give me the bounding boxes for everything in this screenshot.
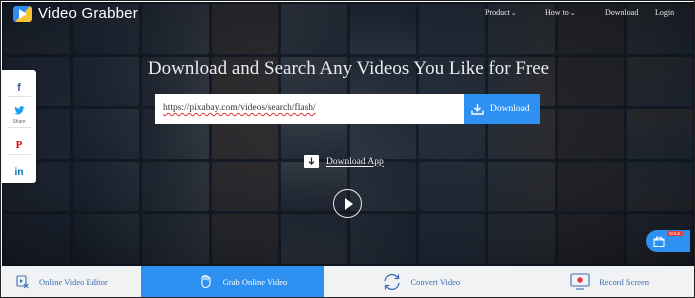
nav-product[interactable]: Product⌄	[485, 8, 517, 17]
search-input-value: https://pixabay.com/videos/search/flash/	[163, 103, 316, 113]
tab-grab-online-video[interactable]: Grab Online Video	[140, 266, 324, 297]
video-editor-icon	[16, 274, 30, 289]
download-icon	[471, 104, 484, 115]
download-app-label: Download App	[326, 156, 384, 167]
pinterest-icon: P	[15, 139, 23, 151]
site-logo[interactable]: Video Grabber	[13, 5, 138, 22]
tab-online-video-editor[interactable]: Online Video Editor	[2, 266, 141, 297]
facebook-icon: f	[17, 82, 21, 94]
linkedin-icon: in	[14, 167, 24, 178]
tab-label: Online Video Editor	[39, 276, 108, 287]
twitter-icon	[13, 106, 24, 115]
tab-label: Convert Video	[410, 276, 461, 287]
hero-section: Video Grabber Product⌄ How to⌄ Download …	[2, 2, 694, 266]
gift-icon	[653, 236, 665, 247]
feature-tabs: Online Video Editor Grab Online Video Co…	[2, 266, 694, 297]
facebook-share-button[interactable]: f	[2, 78, 36, 96]
share-sidebar: f Share P in	[2, 70, 36, 183]
download-button-label: Download	[490, 104, 530, 114]
top-navigation: Video Grabber Product⌄ How to⌄ Download …	[2, 2, 694, 24]
convert-icon	[382, 273, 402, 291]
logo-icon	[13, 5, 32, 22]
tab-convert-video[interactable]: Convert Video	[324, 266, 507, 297]
download-button[interactable]: Download	[464, 94, 540, 124]
nav-login[interactable]: Login	[655, 8, 674, 17]
record-screen-icon	[570, 273, 590, 290]
nav-product-label: Product	[485, 8, 510, 17]
nav-download[interactable]: Download	[605, 8, 638, 17]
tab-record-screen[interactable]: Record Screen	[506, 266, 694, 297]
pinterest-share-button[interactable]: P	[2, 135, 36, 153]
nav-how-to[interactable]: How to⌄	[545, 8, 576, 17]
share-divider	[7, 154, 31, 155]
logo-text: Video Grabber	[38, 5, 138, 22]
download-arrow-icon	[304, 155, 319, 168]
share-divider	[7, 127, 31, 128]
download-app-link[interactable]: Download App	[304, 155, 384, 168]
tab-label: Grab Online Video	[222, 276, 288, 287]
twitter-share-button[interactable]: Share	[2, 102, 36, 125]
page-title: Download and Search Any Videos You Like …	[147, 58, 550, 79]
sale-badge: SALE	[667, 231, 683, 236]
chevron-down-icon: ⌄	[510, 9, 517, 17]
nav-how-to-label: How to	[545, 8, 569, 17]
browser-frame: Video Grabber Product⌄ How to⌄ Download …	[0, 0, 695, 298]
grab-hand-icon	[199, 274, 214, 289]
play-video-button[interactable]	[333, 189, 362, 218]
chevron-down-icon: ⌄	[569, 9, 576, 17]
tab-label: Record Screen	[599, 276, 650, 287]
linkedin-share-button[interactable]: in	[2, 162, 36, 180]
url-search-input[interactable]: https://pixabay.com/videos/search/flash/	[155, 94, 464, 124]
share-label: Share	[12, 119, 26, 125]
share-divider	[7, 96, 31, 97]
hero-overlay	[2, 2, 694, 266]
